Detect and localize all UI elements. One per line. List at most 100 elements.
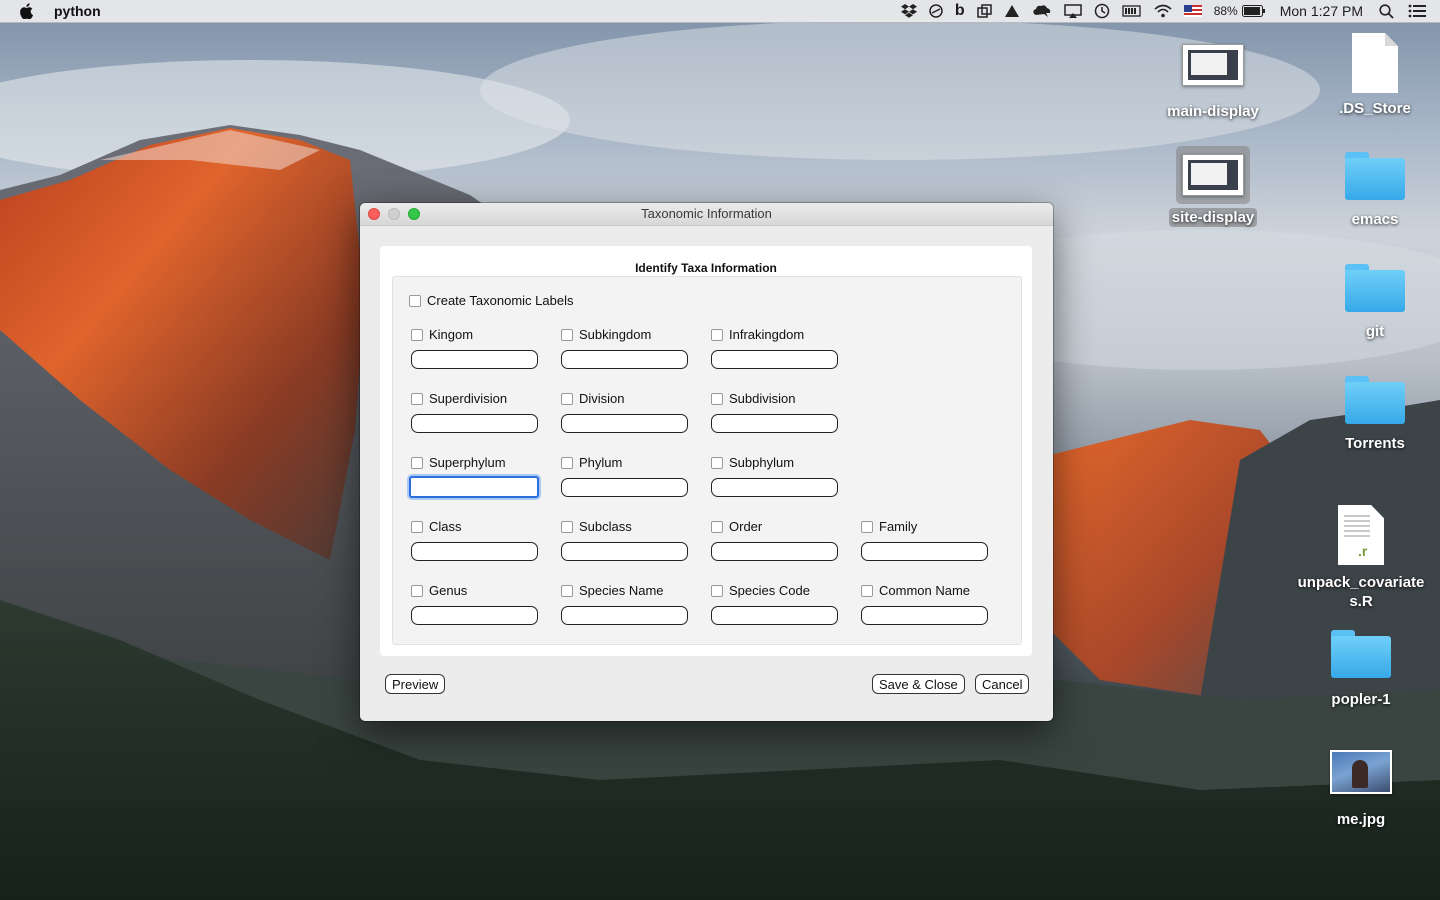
save-close-button[interactable]: Save & Close (872, 674, 965, 694)
subphylum-input[interactable] (711, 478, 838, 497)
desktop-icon-torrents[interactable]: Torrents (1310, 376, 1440, 453)
family-checkbox[interactable]: Family (861, 519, 917, 534)
checkbox-label: Genus (429, 583, 468, 598)
genus-input[interactable] (411, 606, 538, 625)
subdivision-checkbox[interactable]: Subdivision (711, 391, 796, 406)
folder-icon (1345, 264, 1405, 312)
division-checkbox[interactable]: Division (561, 391, 625, 406)
species-name-checkbox[interactable]: Species Name (561, 583, 664, 598)
screenshot-thumbnail-icon (1182, 44, 1244, 86)
flag-icon[interactable] (1183, 0, 1202, 22)
window-titlebar[interactable]: Taxonomic Information (360, 203, 1053, 226)
kingom-checkbox[interactable]: Kingom (411, 327, 473, 342)
preview-button[interactable]: Preview (385, 674, 446, 694)
cloud-icon[interactable] (1032, 0, 1052, 22)
document-icon (1352, 33, 1398, 93)
desktop-icon-label: Torrents (1345, 435, 1405, 452)
checkbox-label: Family (879, 519, 918, 534)
checkbox-label: Subkingdom (579, 327, 652, 342)
common-name-checkbox[interactable]: Common Name (861, 583, 970, 598)
phylum-checkbox[interactable]: Phylum (561, 455, 622, 470)
division-input[interactable] (561, 414, 688, 433)
class-checkbox[interactable]: Class (411, 519, 462, 534)
drive-icon[interactable] (1004, 0, 1020, 22)
desktop-icon-label: .DS_Store (1339, 100, 1411, 117)
circle-icon[interactable] (929, 0, 943, 22)
desktop-icon-label: unpack_covariate s.R (1297, 574, 1425, 610)
species-name-input[interactable] (561, 606, 688, 625)
genus-checkbox[interactable]: Genus (411, 583, 467, 598)
subclass-checkbox[interactable]: Subclass (561, 519, 632, 534)
battery-percent[interactable]: 88% (1214, 4, 1238, 18)
folder-icon (1345, 376, 1405, 424)
infrakingdom-checkbox[interactable]: Infrakingdom (711, 327, 804, 342)
phylum-input[interactable] (561, 478, 688, 497)
create-taxonomic-labels-checkbox[interactable]: Create Taxonomic Labels (409, 293, 573, 308)
checkbox-label: Kingom (429, 327, 474, 342)
desktop-icon-main-display[interactable]: main-display (1148, 44, 1278, 121)
taxonomic-information-window: Taxonomic Information Identify Taxa Info… (360, 203, 1053, 721)
desktop-icon-me-jpg[interactable]: me.jpg (1296, 750, 1426, 829)
desktop-icon-emacs[interactable]: emacs (1310, 152, 1440, 229)
checkbox-label: Infrakingdom (729, 327, 805, 342)
battery-meter-icon[interactable] (1122, 0, 1142, 22)
desktop-icon-site-display[interactable]: site-display (1148, 146, 1278, 227)
order-checkbox[interactable]: Order (711, 519, 762, 534)
checkbox-label: Superdivision (429, 391, 508, 406)
desktop-icon-unpack-covariates[interactable]: .r unpack_covariate s.R (1296, 505, 1426, 611)
superdivision-input[interactable] (411, 414, 538, 433)
menu-bar: python b 88% Mon 1:27 PM (0, 0, 1440, 23)
species-code-checkbox[interactable]: Species Code (711, 583, 810, 598)
common-name-input[interactable] (861, 606, 988, 625)
subkingdom-input[interactable] (561, 350, 688, 369)
infrakingdom-input[interactable] (711, 350, 838, 369)
desktop-icon-popler[interactable]: popler-1 (1296, 630, 1426, 709)
checkbox-label: Phylum (579, 455, 623, 470)
image-thumbnail-icon (1330, 750, 1392, 794)
desktop-icon-label: git (1365, 323, 1385, 340)
desktop-icon-label: popler-1 (1331, 691, 1391, 708)
checkbox-label: Division (579, 391, 625, 406)
r-script-icon: .r (1338, 505, 1384, 565)
desktop-icon-git[interactable]: git (1310, 264, 1440, 341)
subclass-input[interactable] (561, 542, 688, 561)
folder-icon (1331, 630, 1391, 678)
notification-center-icon[interactable] (1408, 0, 1426, 22)
subdivision-input[interactable] (711, 414, 838, 433)
app-menu-name[interactable]: python (54, 3, 101, 19)
checkbox-label: Species Code (729, 583, 810, 598)
checkbox-label: Superphylum (429, 455, 506, 470)
class-input[interactable] (411, 542, 538, 561)
desktop-icon-ds-store[interactable]: .DS_Store (1310, 33, 1440, 118)
superdivision-checkbox[interactable]: Superdivision (411, 391, 507, 406)
checkbox-label: Subphylum (729, 455, 795, 470)
checkbox-label: Subdivision (729, 391, 796, 406)
battery-icon[interactable] (1241, 0, 1266, 22)
desktop-icon-label: main-display (1167, 103, 1259, 120)
time-machine-icon[interactable] (1094, 0, 1110, 22)
checkbox-label: Common Name (879, 583, 971, 598)
order-input[interactable] (711, 542, 838, 561)
folder-icon (1345, 152, 1405, 200)
airplay-icon[interactable] (1063, 0, 1082, 22)
subkingdom-checkbox[interactable]: Subkingdom (561, 327, 651, 342)
menubar-clock[interactable]: Mon 1:27 PM (1280, 3, 1363, 19)
subphylum-checkbox[interactable]: Subphylum (711, 455, 794, 470)
spotlight-icon[interactable] (1379, 0, 1394, 22)
kingom-input[interactable] (411, 350, 538, 369)
sync-icon[interactable] (976, 0, 992, 22)
b-icon[interactable]: b (955, 0, 965, 22)
family-input[interactable] (861, 542, 988, 561)
checkbox-label: Species Name (579, 583, 664, 598)
cancel-button[interactable]: Cancel (975, 674, 1030, 694)
wifi-icon[interactable] (1154, 0, 1172, 22)
superphylum-input[interactable] (409, 476, 539, 498)
dropbox-icon[interactable] (900, 0, 917, 22)
apple-icon[interactable] (20, 3, 36, 19)
checkbox-box[interactable] (409, 294, 421, 307)
species-code-input[interactable] (711, 606, 838, 625)
superphylum-checkbox[interactable]: Superphylum (411, 455, 506, 470)
desktop-icon-label: emacs (1351, 211, 1399, 228)
group-title: Identify Taxa Information (635, 261, 777, 275)
desktop-icon-label: site-display (1168, 208, 1258, 227)
